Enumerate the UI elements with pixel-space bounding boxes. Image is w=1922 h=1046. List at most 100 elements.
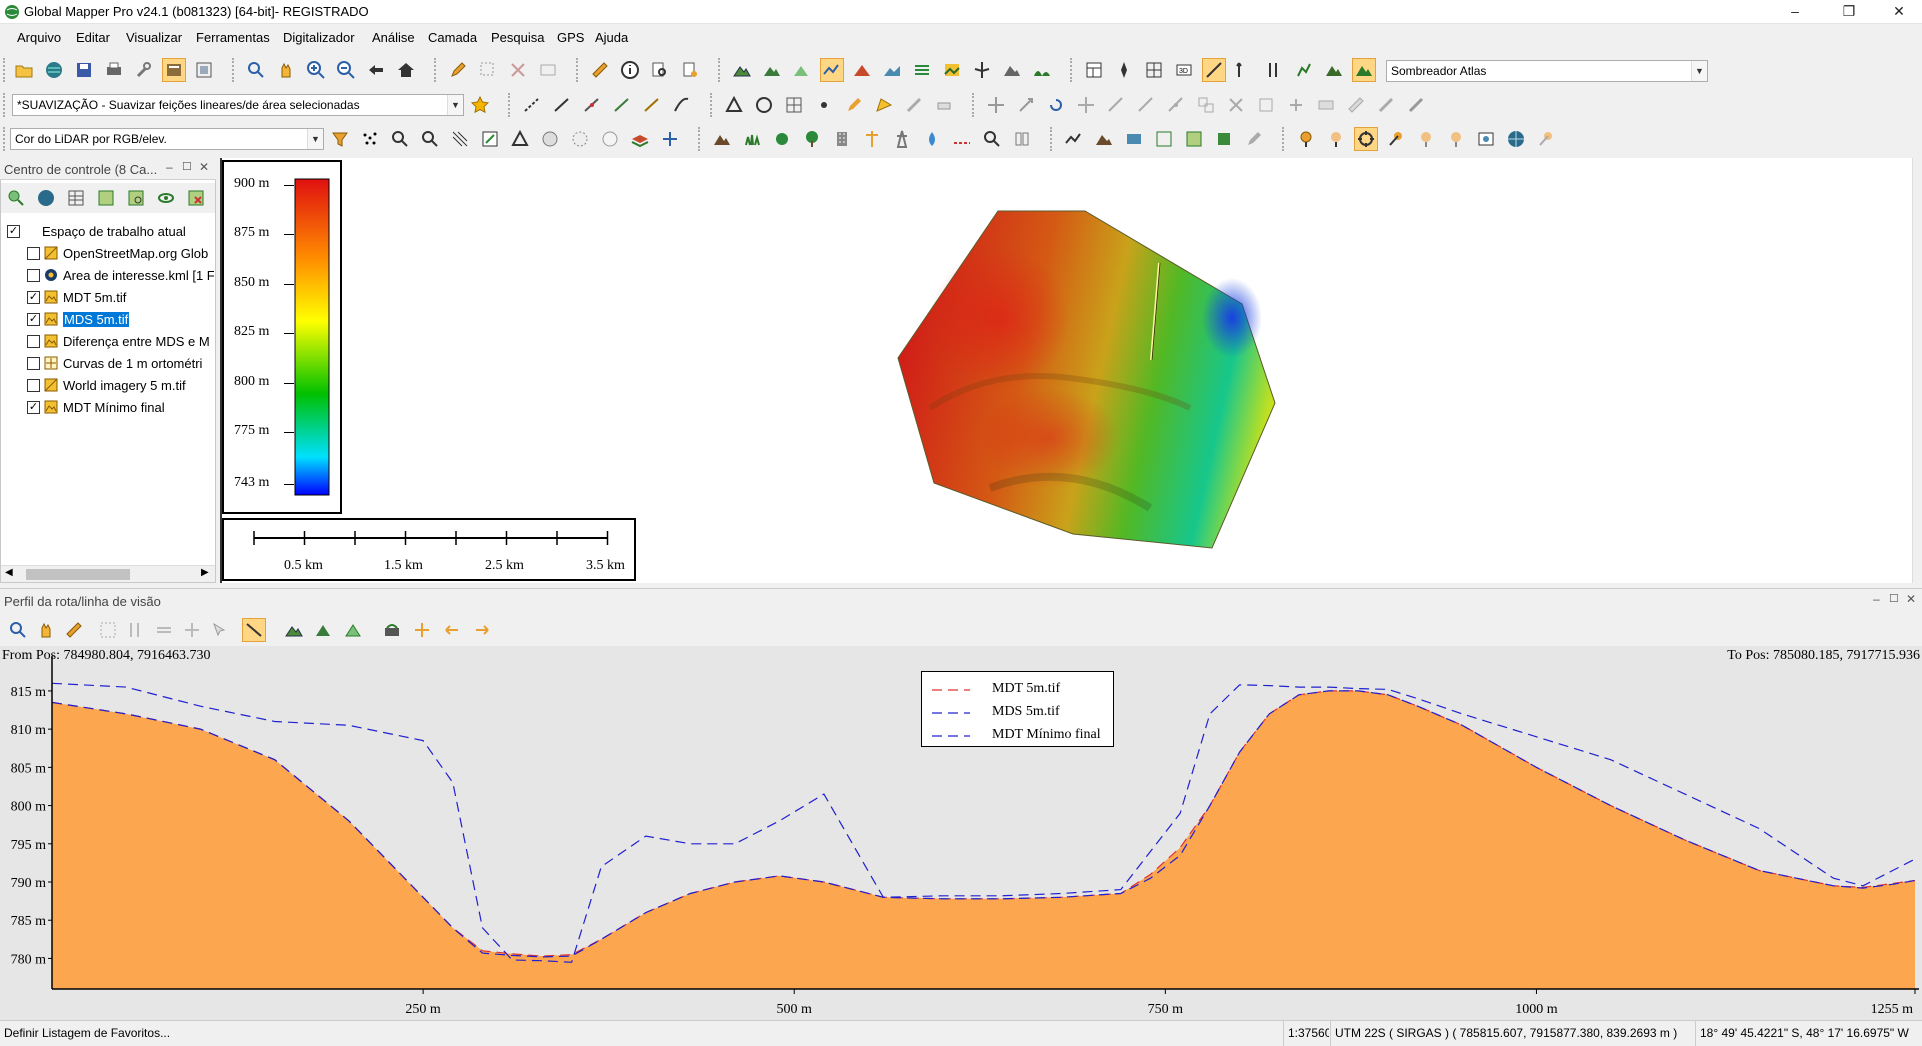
layer-checkbox[interactable] [27,334,40,348]
dem-icon[interactable] [1092,127,1116,151]
toolbar-grip[interactable] [972,93,976,117]
digitize-line-icon[interactable] [520,93,544,117]
minimize-button[interactable]: – [1772,0,1818,24]
cluster-icon[interactable] [568,127,592,151]
menu-arquivo[interactable]: Arquivo [17,30,61,45]
menu-ferramentas[interactable]: Ferramentas [196,30,270,45]
airplane-icon[interactable] [970,58,994,82]
lidar-search-icon[interactable] [388,127,412,151]
building-icon[interactable] [830,127,854,151]
grid-tool-icon[interactable] [782,93,806,117]
layer-zoom-icon[interactable] [124,186,148,210]
layer-row[interactable]: Area de interesse.kml [1 F [27,264,214,286]
grid-icon[interactable] [1142,58,1166,82]
eraser-icon[interactable] [932,93,956,117]
toolbar-grip[interactable] [3,127,7,151]
layout-icon[interactable] [1082,58,1106,82]
filter-icon[interactable] [328,127,352,151]
placemark-edit-icon[interactable] [1414,127,1438,151]
profile-zoom-icon[interactable] [6,618,30,642]
zoom-box-icon[interactable] [244,58,268,82]
favorite-star-icon[interactable] [468,93,492,117]
toolbar-grip[interactable] [718,58,722,82]
measure-ruler-icon[interactable] [588,58,612,82]
layer-checkbox[interactable]: ✓ [27,400,40,414]
contour-icon[interactable] [760,58,784,82]
close-button[interactable]: ✕ [1876,0,1922,24]
menu-analise[interactable]: Análise [372,30,415,45]
vertex-edit-icon[interactable] [1164,93,1188,117]
toolbar-grip[interactable] [710,93,714,117]
layers-icon[interactable] [628,127,652,151]
layer-row[interactable]: Diferença entre MDS e M [27,330,210,352]
pin-tool-icon[interactable] [1404,93,1428,117]
point-tool-icon[interactable] [812,93,836,117]
shader-select[interactable]: Sombreador Atlas ▼ [1386,60,1708,82]
zoom-out-icon[interactable] [334,58,358,82]
panel-close-icon[interactable]: ✕ [1906,592,1916,606]
panel-pin-icon[interactable]: – [166,160,173,174]
breakline-icon[interactable] [950,127,974,151]
layer-row-selected[interactable]: ✓ MDS 5m.tif [27,308,130,330]
line-of-sight-icon[interactable] [850,58,874,82]
grass-icon[interactable] [740,127,764,151]
open-data-icon[interactable] [4,186,28,210]
point-cloud-icon[interactable] [1122,127,1146,151]
panel-maximize-icon[interactable]: ☐ [1889,592,1899,605]
shader-toggle-icon[interactable] [1202,58,1226,82]
save-icon[interactable] [72,58,96,82]
layer-options-icon[interactable] [94,186,118,210]
path-profile-icon[interactable] [820,58,844,82]
info-icon[interactable] [618,58,642,82]
toolbar-grip[interactable] [1050,127,1054,151]
image-icon[interactable] [940,58,964,82]
restore-button[interactable]: ❐ [1826,0,1872,24]
cut-icon[interactable] [1224,93,1248,117]
menu-pesquisa[interactable]: Pesquisa [491,30,544,45]
gps-target-icon[interactable] [1354,127,1378,151]
layer-checkbox[interactable] [27,268,40,282]
profile-reverse-icon[interactable] [440,618,464,642]
placemark-move-icon[interactable] [1384,127,1408,151]
lidar-grid-icon[interactable] [448,127,472,151]
watershed-icon[interactable] [910,58,934,82]
menu-ajuda[interactable]: Ajuda [595,30,628,45]
view-shed-icon[interactable] [790,58,814,82]
select-box-icon[interactable] [476,58,500,82]
tree-icon[interactable] [800,127,824,151]
pencil-icon[interactable] [446,58,470,82]
compass-icon[interactable] [1112,58,1136,82]
grid-points-icon[interactable] [1152,127,1176,151]
scroll-right-icon[interactable]: ▶ [201,567,209,578]
vertical-exaggeration-icon[interactable] [1292,58,1316,82]
lidar-points-icon[interactable] [358,127,382,151]
shape-icon[interactable] [872,93,896,117]
globe-icon[interactable] [42,58,66,82]
toolbar-grip[interactable] [434,58,438,82]
toolbar-grip[interactable] [1282,127,1286,151]
placemark-remove-icon[interactable] [1444,127,1468,151]
layer-row[interactable]: Curvas de 1 m ortométri [27,352,202,374]
profile-forward-icon[interactable] [470,618,494,642]
toolbar-grip[interactable] [698,127,702,151]
layer-checkbox[interactable]: ✓ [27,290,40,304]
layer-row[interactable]: World imagery 5 m.tif [27,374,186,396]
back-arrow-icon[interactable] [364,58,388,82]
noise-icon[interactable] [598,127,622,151]
scale-icon[interactable] [1014,93,1038,117]
layer-visibility-icon[interactable] [154,186,178,210]
scrollbar-thumb[interactable] [26,569,130,580]
pan-hand-icon[interactable] [274,58,298,82]
line-smooth-icon[interactable] [670,93,694,117]
attribute-table-icon[interactable] [64,186,88,210]
workspace-checkbox[interactable]: ✓ [7,224,20,238]
overview-icon[interactable] [192,58,216,82]
line-join-icon[interactable] [610,93,634,117]
brush-icon[interactable] [902,93,926,117]
reshape-icon[interactable] [1104,93,1128,117]
layer-checkbox[interactable] [27,356,40,370]
open-folder-icon[interactable] [12,58,36,82]
web-globe-icon[interactable] [1504,127,1528,151]
menu-digitalizador[interactable]: Digitalizador [283,30,355,45]
photo-icon[interactable] [1474,127,1498,151]
